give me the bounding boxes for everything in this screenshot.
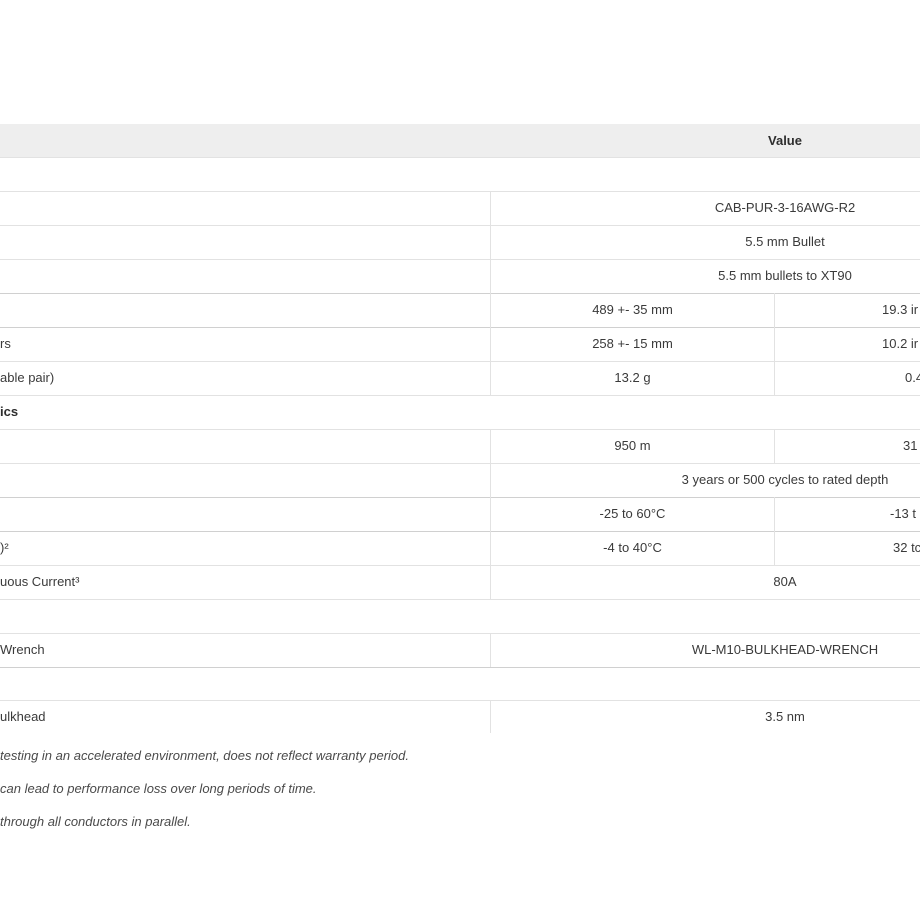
torque-value: 3.5 nm: [765, 709, 805, 724]
column-divider: [774, 293, 775, 395]
current-value: 80A: [773, 574, 797, 589]
row-divider: [0, 293, 920, 294]
adapter-value: 5.5 mm bullets to XT90: [718, 268, 852, 283]
footnote: testing in an accelerated environment, d…: [0, 748, 410, 763]
row-divider: [0, 429, 920, 430]
row-label: rs: [0, 336, 11, 351]
section-heading: ics: [0, 404, 19, 419]
row-divider: [0, 667, 920, 668]
column-divider: [774, 497, 775, 565]
length-2-imperial: 10.2 ir: [882, 336, 919, 351]
storage-temp-metric: -4 to 40°C: [603, 540, 662, 555]
storage-temp-imperial: 32 tc: [893, 540, 920, 555]
row-label: ulkhead: [0, 709, 46, 724]
length-imperial: 19.3 ir: [882, 302, 919, 317]
row-label: able pair): [0, 370, 55, 385]
depth-metric: 950 m: [614, 438, 651, 453]
weight-imperial: 0.4: [905, 370, 920, 385]
temp-imperial: -13 t: [890, 506, 917, 521]
column-divider: [490, 700, 491, 733]
row-label: )²: [0, 540, 9, 555]
footnote: through all conductors in parallel.: [0, 814, 191, 829]
length-2-metric: 258 +- 15 mm: [592, 336, 673, 351]
footnote: can lead to performance loss over long p…: [0, 781, 317, 796]
column-divider: [490, 633, 491, 667]
lifetime-value: 3 years or 500 cycles to rated depth: [681, 472, 889, 487]
weight-metric: 13.2 g: [614, 370, 651, 385]
part-number-value: CAB-PUR-3-16AWG-R2: [714, 200, 856, 215]
connector-value: 5.5 mm Bullet: [745, 234, 825, 249]
row-label: uous Current³: [0, 574, 80, 589]
depth-imperial: 31: [903, 438, 918, 453]
row-label: Wrench: [0, 642, 45, 657]
row-divider: [0, 157, 920, 158]
length-metric: 489 +- 35 mm: [592, 302, 673, 317]
column-divider: [774, 429, 775, 463]
value-column-header: Value: [768, 133, 802, 148]
row-divider: [0, 497, 920, 498]
row-divider: [0, 599, 920, 600]
temp-metric: -25 to 60°C: [599, 506, 666, 521]
wrench-value: WL-M10-BULKHEAD-WRENCH: [691, 642, 879, 657]
